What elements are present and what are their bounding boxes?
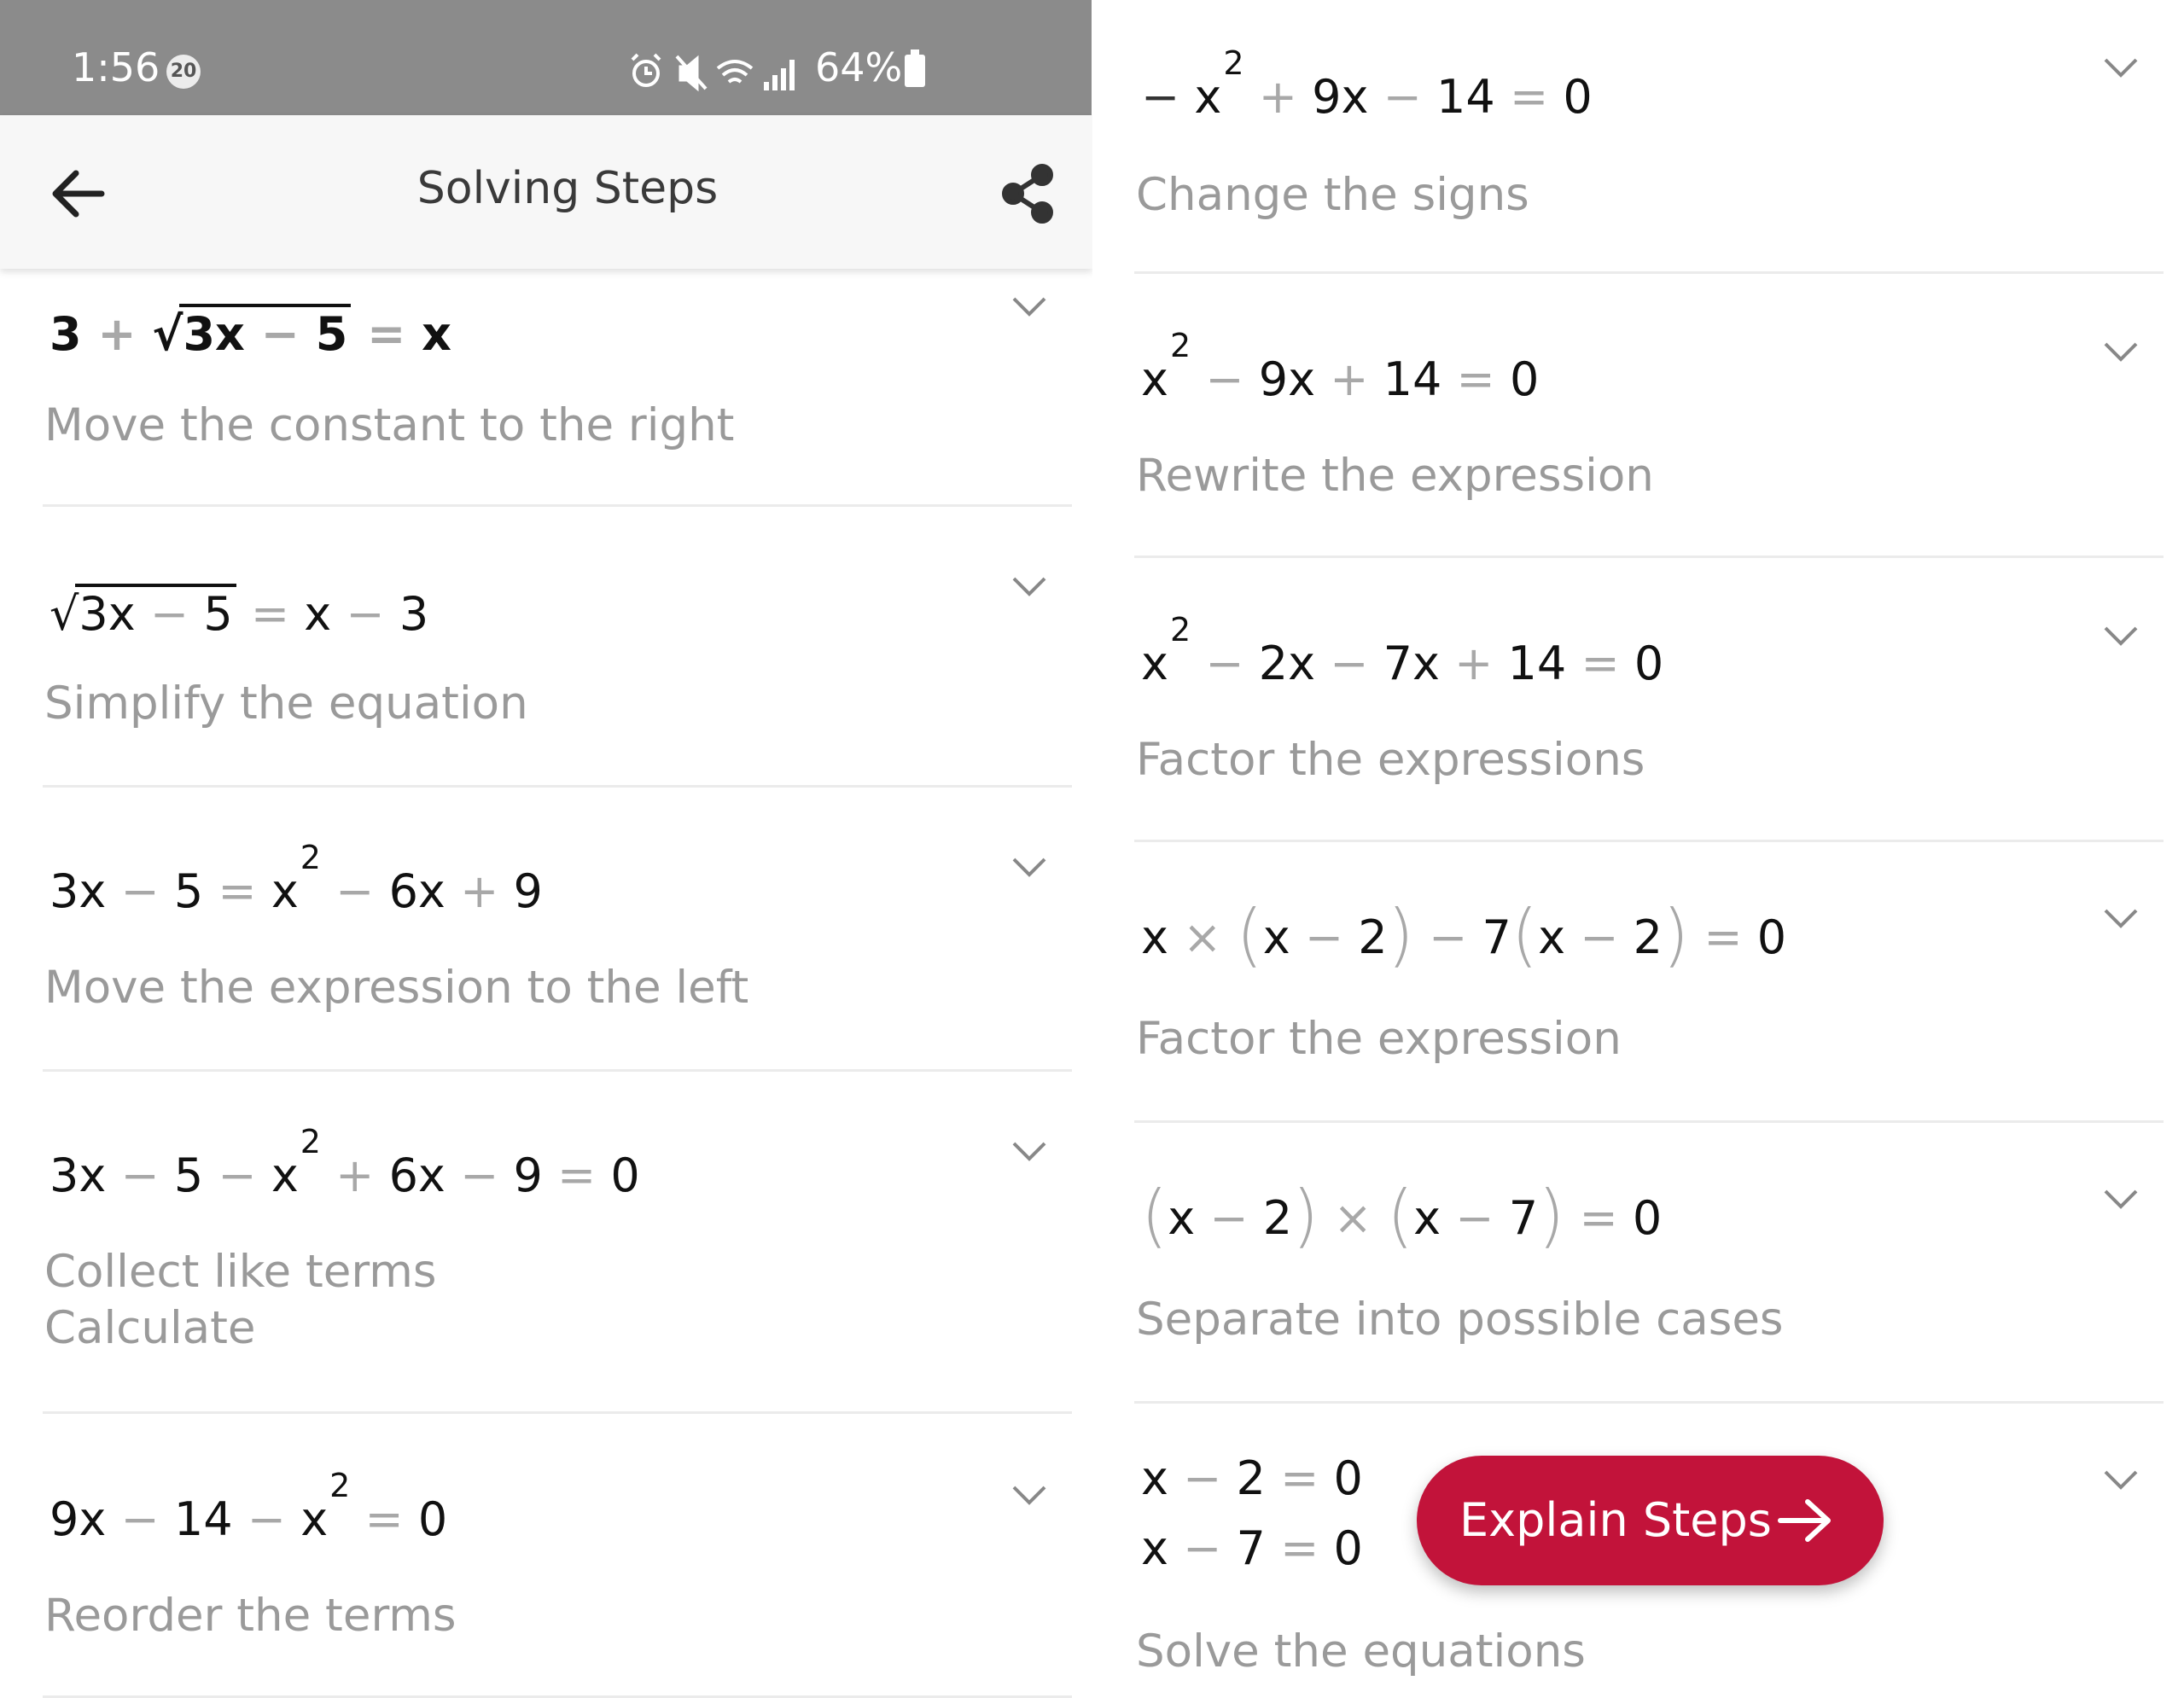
- chevron-down-icon[interactable]: [2102, 1467, 2140, 1492]
- solution-step[interactable]: x2 − 2x − 7x + 14 = 0 Factor the express…: [1134, 558, 2164, 842]
- step-description: Reorder the terms: [44, 1590, 457, 1642]
- step-equation: 3x − 5 − x2 + 6x − 9 = 0: [50, 1123, 640, 1202]
- step-equation: x2 − 9x + 14 = 0: [1141, 327, 1540, 406]
- right-screenshot-panel: − x2 + 9x − 14 = 0 Change the signs x2 −…: [1092, 0, 2184, 1698]
- explain-steps-label: Explain Steps: [1459, 1493, 1772, 1547]
- step-description: Simplify the equation: [44, 677, 528, 730]
- step-description: Change the signs: [1136, 169, 1529, 221]
- step-equation: 3 + √3x − 5 = x: [50, 304, 451, 361]
- battery-icon: [905, 49, 925, 87]
- step-description: Factor the expression: [1136, 1013, 1622, 1065]
- chevron-down-icon[interactable]: [1010, 294, 1048, 319]
- share-icon[interactable]: [994, 160, 1063, 228]
- battery-percent: 64%: [815, 44, 903, 90]
- step-equation: 9x − 14 − x2 = 0: [50, 1467, 448, 1546]
- chevron-down-icon[interactable]: [1010, 854, 1048, 880]
- solution-step[interactable]: 3 + √3x − 5 = x Move the constant to the…: [43, 270, 1072, 507]
- arrow-right-icon: [1778, 1499, 1831, 1542]
- solution-step[interactable]: 9x − 14 − x2 = 0 Reorder the terms: [43, 1414, 1072, 1698]
- chevron-down-icon[interactable]: [2102, 905, 2140, 931]
- step-description-line1: Collect like terms: [44, 1246, 437, 1298]
- solution-step[interactable]: (x − 2) × (x − 7) = 0 Separate into poss…: [1134, 1123, 2164, 1404]
- step-equation: x × (x − 2) − 7(x − 2) = 0: [1141, 895, 1787, 974]
- chevron-down-icon[interactable]: [2102, 55, 2140, 80]
- step-description: Move the constant to the right: [44, 399, 735, 451]
- step-description: Separate into possible cases: [1136, 1294, 1784, 1346]
- chevron-down-icon[interactable]: [2102, 1186, 2140, 1212]
- step-equation: (x − 2) × (x − 7) = 0: [1141, 1176, 1663, 1255]
- step-equation: x2 − 2x − 7x + 14 = 0: [1141, 611, 1664, 690]
- step-description-line2: Calculate: [44, 1302, 256, 1354]
- notification-count-badge: 20: [166, 55, 201, 89]
- step-equation-line2: x − 7 = 0: [1141, 1521, 1363, 1575]
- solution-step[interactable]: x2 − 9x + 14 = 0 Rewrite the expression: [1134, 274, 2164, 558]
- step-description: Factor the expressions: [1136, 734, 1645, 786]
- signal-icon: [764, 60, 795, 90]
- chevron-down-icon[interactable]: [1010, 573, 1048, 599]
- solution-step[interactable]: √3x − 5 = x − 3 Simplify the equation: [43, 507, 1072, 788]
- step-equation: √3x − 5 = x − 3: [50, 584, 428, 641]
- step-equation: 3x − 5 = x2 − 6x + 9: [50, 839, 543, 918]
- step-description: Solve the equations: [1136, 1625, 1586, 1678]
- solution-step[interactable]: − x2 + 9x − 14 = 0 Change the signs: [1134, 0, 2164, 274]
- chevron-down-icon[interactable]: [1010, 1138, 1048, 1164]
- chevron-down-icon[interactable]: [2102, 623, 2140, 648]
- step-equation-line1: x − 2 = 0: [1141, 1451, 1363, 1505]
- chevron-down-icon[interactable]: [2102, 339, 2140, 364]
- alarm-icon: [631, 53, 661, 87]
- mute-icon: [675, 55, 708, 92]
- status-icons: [631, 53, 795, 92]
- step-description: Rewrite the expression: [1136, 450, 1654, 502]
- explain-steps-button[interactable]: Explain Steps: [1417, 1456, 1884, 1585]
- solution-step[interactable]: 3x − 5 = x2 − 6x + 9 Move the expression…: [43, 788, 1072, 1072]
- chevron-down-icon[interactable]: [1010, 1482, 1048, 1508]
- step-description: Move the expression to the left: [44, 962, 749, 1014]
- wifi-icon: [716, 60, 754, 84]
- solution-step[interactable]: 3x − 5 − x2 + 6x − 9 = 0 Collect like te…: [43, 1072, 1072, 1414]
- left-screenshot-panel: 1:56 20 64% Solving Steps 3 + √3x − 5 = …: [0, 0, 1092, 1698]
- status-time: 1:56: [72, 44, 160, 90]
- page-title: Solving Steps: [416, 163, 719, 214]
- solution-step[interactable]: x × (x − 2) − 7(x − 2) = 0 Factor the ex…: [1134, 842, 2164, 1123]
- step-equation: − x2 + 9x − 14 = 0: [1141, 44, 1593, 124]
- app-bar: Solving Steps: [0, 115, 1092, 269]
- status-bar: 1:56 20 64%: [0, 0, 1092, 115]
